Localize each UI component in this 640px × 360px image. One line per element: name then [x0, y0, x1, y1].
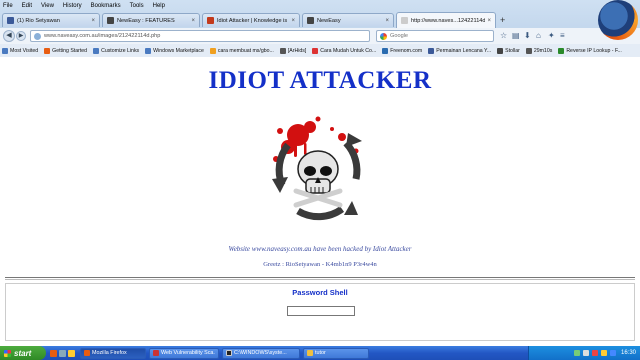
tab-close-icon[interactable]: ×: [191, 18, 195, 24]
quick-launch: [50, 349, 77, 357]
taskbar: start Mozilla Firefox Web Vulnerability …: [0, 346, 640, 360]
address-bar[interactable]: [30, 30, 370, 42]
bookmark-favicon-icon: [382, 47, 389, 54]
cmd-icon: [226, 350, 232, 356]
hacked-message: Website www.naveasy.com.au have been hac…: [228, 245, 412, 253]
desktop-quicklaunch-icon[interactable]: [59, 349, 66, 357]
divider: [5, 277, 635, 278]
menu-tools[interactable]: Tools: [130, 3, 144, 9]
google-icon: [380, 32, 387, 40]
tab-active-shell[interactable]: http://www.naves...12422114d.php ×: [396, 12, 496, 28]
search-bar[interactable]: [376, 30, 494, 42]
password-shell-title: Password Shell: [292, 288, 348, 297]
firefox-logo-icon: [598, 0, 638, 40]
tab-neweasy-features[interactable]: NewEasy : FEATURES ×: [102, 13, 200, 27]
menu-view[interactable]: View: [41, 3, 54, 9]
menu-help[interactable]: Help: [153, 3, 165, 9]
menu-bar: File Edit View History Bookmarks Tools H…: [0, 0, 640, 11]
search-input[interactable]: [390, 33, 480, 39]
home-icon[interactable]: ⌂: [536, 31, 541, 40]
navigation-bar: ◀ ▶ ☆ ▤ ⬇ ⌂ ✦ ≡: [0, 28, 640, 44]
tab-close-icon[interactable]: ×: [91, 18, 95, 24]
bookmark-favicon-icon: [2, 47, 8, 54]
password-input[interactable]: [287, 306, 355, 316]
new-tab-icon[interactable]: +: [500, 15, 505, 25]
start-button[interactable]: start: [0, 346, 46, 360]
tab-close-icon[interactable]: ×: [385, 18, 389, 24]
bookmark-favicon-icon: [145, 47, 152, 54]
firefox-icon: [84, 350, 90, 356]
bookmark-favicon-icon: [93, 47, 100, 54]
antivirus-icon[interactable]: [591, 350, 598, 356]
tab-close-icon[interactable]: ×: [487, 18, 491, 24]
bookmark-item[interactable]: [ArHids]: [279, 47, 306, 54]
bookmark-item[interactable]: Customize Links: [93, 47, 139, 54]
task-tutor-folder[interactable]: tutor: [303, 347, 369, 359]
system-tray: 16:30: [528, 346, 640, 360]
greetz-text: Greetz : RioSetyawan - K4mb1n9 P3r4w4n: [263, 261, 377, 268]
password-shell-form: Password Shell: [5, 283, 635, 341]
bookmark-favicon-icon: [558, 47, 565, 54]
forward-button[interactable]: ▶: [16, 31, 26, 41]
bookmark-favicon-icon: [525, 47, 532, 54]
menu-history[interactable]: History: [63, 3, 82, 9]
folder-icon: [307, 350, 313, 356]
facebook-favicon-icon: [428, 47, 435, 54]
firefox-favicon-icon: [44, 47, 51, 54]
bookmarks-menu-icon[interactable]: ▤: [512, 31, 520, 40]
update-icon[interactable]: [600, 350, 607, 356]
media-quicklaunch-icon[interactable]: [68, 349, 75, 357]
menu-edit[interactable]: Edit: [22, 3, 32, 9]
page-content: IDIOT ATTACKER Website www.naveasy.com.a…: [0, 57, 640, 346]
scanner-icon: [153, 350, 159, 356]
bookmarks-toolbar: Most Visited Getting Started Customize L…: [0, 44, 640, 57]
download-icon[interactable]: ⬇: [524, 31, 531, 40]
tab-idiot-attacker[interactable]: Idiot Attacker | Knowledge is ... ×: [202, 13, 300, 27]
task-web-vulnerability-scanner[interactable]: Web Vulnerability Sca...: [149, 347, 219, 359]
bookmark-item[interactable]: 29m10s: [525, 47, 552, 54]
bookmark-item[interactable]: Stollar: [497, 47, 520, 54]
page-title: IDIOT ATTACKER: [208, 67, 432, 94]
bookmark-favicon-icon: [497, 47, 504, 54]
menu-bookmarks[interactable]: Bookmarks: [91, 3, 121, 9]
windows-flag-icon: [4, 349, 11, 357]
bookmark-item[interactable]: cara membuat ms/gbo...: [209, 47, 274, 54]
site-identity-icon: [34, 32, 41, 40]
volume-icon[interactable]: [582, 350, 589, 356]
divider: [5, 279, 635, 280]
bookmark-favicon-icon: [279, 47, 286, 54]
tab-neweasy[interactable]: NewEasy ×: [302, 13, 394, 27]
skull-emblem-icon: [272, 116, 362, 221]
bookmark-favicon-icon: [209, 47, 216, 54]
addon-icon[interactable]: ✦: [548, 31, 555, 40]
bookmark-item[interactable]: Reverse IP Lookup - F...: [558, 47, 622, 54]
tab-strip: (1) Rio Setyawan × NewEasy : FEATURES × …: [0, 11, 640, 28]
menu-file[interactable]: File: [3, 3, 13, 9]
clock[interactable]: 16:30: [621, 350, 636, 356]
tab-facebook[interactable]: (1) Rio Setyawan ×: [2, 13, 100, 27]
tab-close-icon[interactable]: ×: [291, 18, 295, 24]
facebook-favicon-icon: [7, 17, 14, 24]
url-input[interactable]: [44, 33, 344, 39]
bookmark-item[interactable]: Getting Started: [44, 47, 87, 54]
task-command-prompt[interactable]: C:\WINDOWS\syste...: [222, 347, 300, 359]
firefox-quicklaunch-icon[interactable]: [50, 349, 57, 357]
bookmark-item[interactable]: Windows Marketplace: [145, 47, 204, 54]
page-favicon-icon: [107, 17, 114, 24]
bluetooth-icon[interactable]: [609, 350, 616, 356]
bookmark-item[interactable]: Cara Mudah Untuk Co...: [312, 47, 376, 54]
menu-icon[interactable]: ≡: [560, 31, 565, 40]
page-favicon-icon: [401, 17, 408, 24]
browser-chrome: File Edit View History Bookmarks Tools H…: [0, 0, 640, 57]
bookmark-item[interactable]: Permainan Lencana Y...: [428, 47, 491, 54]
blogger-favicon-icon: [207, 17, 214, 24]
star-icon[interactable]: ☆: [500, 31, 507, 40]
bookmark-item[interactable]: Freenom.com: [382, 47, 422, 54]
bookmark-favicon-icon: [312, 47, 319, 54]
task-firefox[interactable]: Mozilla Firefox: [80, 347, 146, 359]
back-button[interactable]: ◀: [3, 30, 15, 42]
bookmark-item[interactable]: Most Visited: [2, 47, 38, 54]
network-icon[interactable]: [573, 350, 580, 356]
page-favicon-icon: [307, 17, 314, 24]
